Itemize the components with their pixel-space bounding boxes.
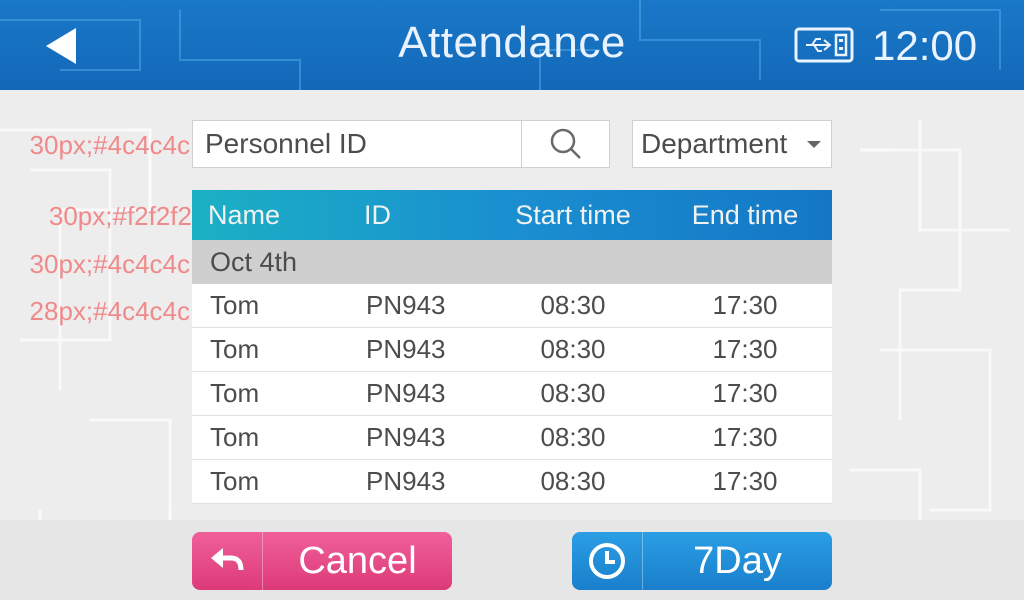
search-box — [192, 120, 610, 168]
annotation-note: 30px;#4c4c4c — [29, 130, 190, 160]
personnel-id-input[interactable] — [193, 121, 521, 167]
cell-end-time: 17:30 — [712, 422, 778, 452]
cell-start-time: 08:30 — [540, 378, 606, 408]
table-row[interactable]: Tom PN943 08:30 17:30 — [192, 328, 832, 372]
column-header-end-time[interactable]: End time — [658, 200, 832, 231]
cell-start-time: 08:30 — [540, 422, 606, 452]
cell-end-time: 17:30 — [712, 378, 778, 408]
search-button[interactable] — [521, 121, 610, 167]
clock-icon — [572, 532, 643, 590]
cell-name: Tom — [210, 466, 260, 496]
column-header-start-time[interactable]: Start time — [488, 200, 658, 231]
chevron-down-icon — [807, 141, 821, 148]
table-row[interactable]: Tom PN943 08:30 17:30 — [192, 460, 832, 504]
cell-id: PN943 — [366, 334, 446, 364]
cell-end-time: 17:30 — [712, 290, 778, 320]
annotation-note: 30px;#4c4c4c — [29, 249, 190, 279]
usb-icon — [794, 27, 854, 63]
cell-name: Tom — [210, 290, 260, 320]
cancel-button[interactable]: Cancel — [192, 532, 452, 590]
annotation-note: 28px;#4c4c4c — [29, 296, 190, 326]
annotation-note: 30px;#f2f2f2 — [48, 201, 192, 231]
page-title: Attendance — [398, 18, 626, 67]
cell-name: Tom — [210, 378, 260, 408]
table-header: Name ID Start time End time — [192, 190, 832, 240]
bottom-bar — [0, 520, 1024, 600]
table-row[interactable]: Tom PN943 08:30 17:30 — [192, 416, 832, 460]
cell-end-time: 17:30 — [712, 466, 778, 496]
cell-start-time: 08:30 — [540, 466, 606, 496]
seven-day-button[interactable]: 7Day — [572, 532, 832, 590]
table-row[interactable]: Tom PN943 08:30 17:30 — [192, 284, 832, 328]
column-header-id[interactable]: ID — [348, 200, 488, 231]
cell-id: PN943 — [366, 422, 446, 452]
cell-id: PN943 — [366, 378, 446, 408]
cell-end-time: 17:30 — [712, 334, 778, 364]
seven-day-label: 7Day — [693, 539, 782, 582]
clock-time: 12:00 — [872, 22, 978, 69]
cancel-label: Cancel — [298, 539, 417, 582]
attendance-table: Name ID Start time End time Oct 4th Tom … — [192, 190, 832, 504]
column-header-name[interactable]: Name — [192, 200, 348, 231]
cell-start-time: 08:30 — [540, 334, 606, 364]
cell-name: Tom — [210, 334, 260, 364]
cell-id: PN943 — [366, 466, 446, 496]
undo-arrow-icon — [192, 532, 263, 590]
cell-start-time: 08:30 — [540, 290, 606, 320]
date-group-header: Oct 4th — [192, 240, 832, 284]
department-dropdown[interactable]: Department — [632, 120, 832, 168]
table-row[interactable]: Tom PN943 08:30 17:30 — [192, 372, 832, 416]
department-label: Department — [641, 128, 788, 159]
search-icon — [550, 128, 581, 159]
cell-id: PN943 — [366, 290, 446, 320]
header-bar: Attendance 12:00 — [0, 0, 1024, 90]
cell-name: Tom — [210, 422, 260, 452]
